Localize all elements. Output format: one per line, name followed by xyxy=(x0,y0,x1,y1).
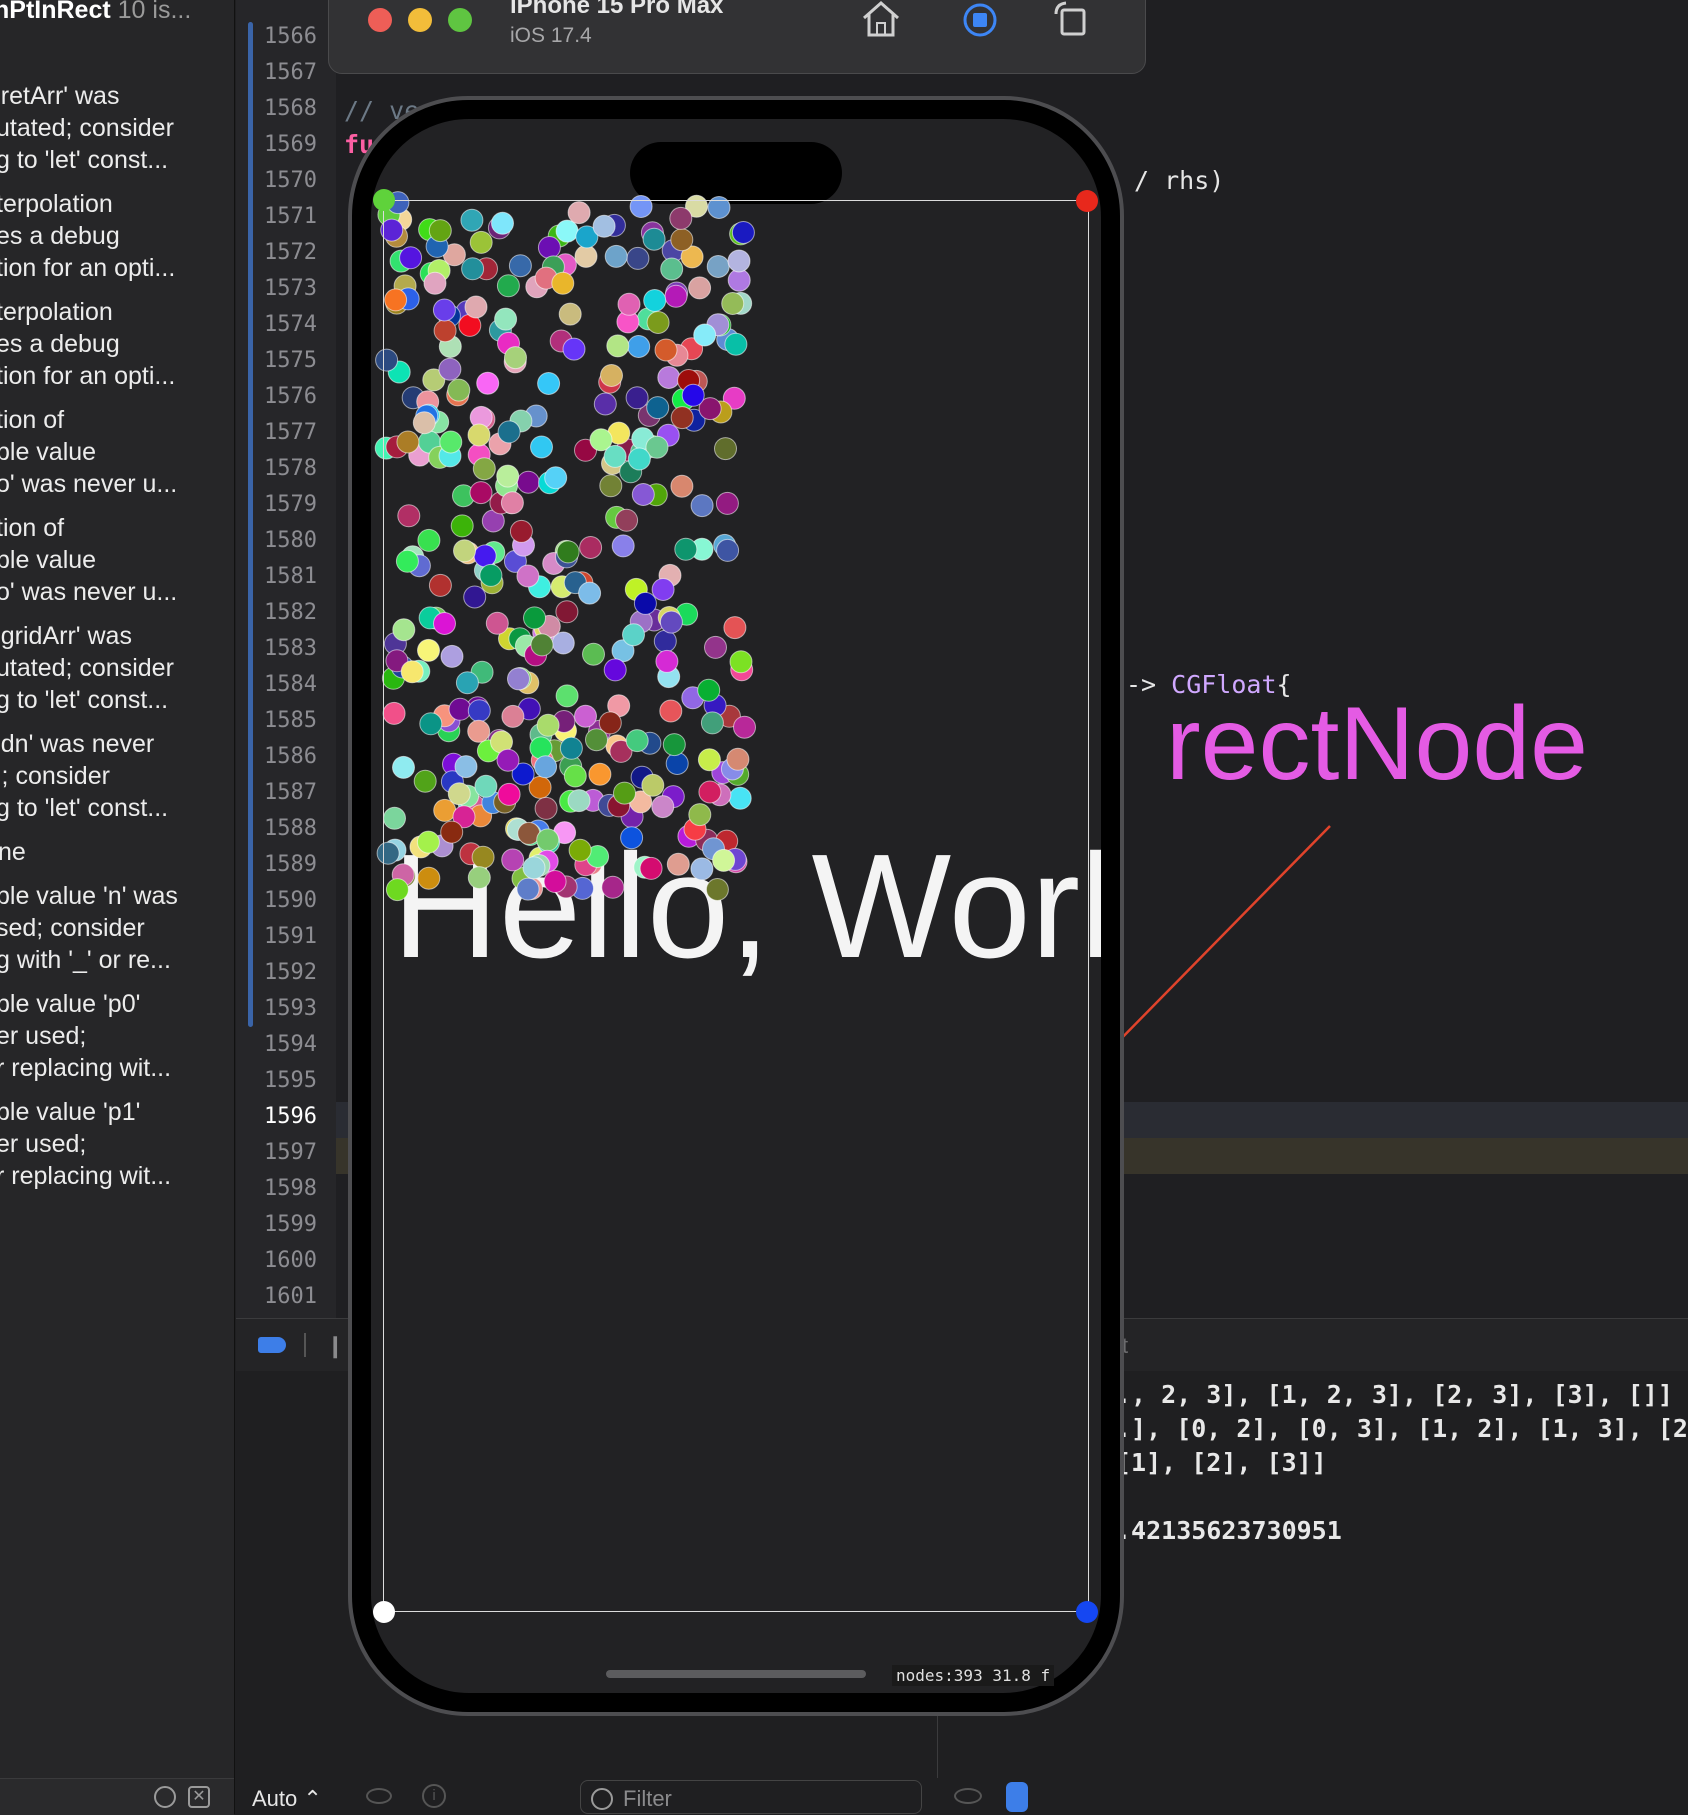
rect-node xyxy=(383,200,1089,1612)
corner-node-bottom-right xyxy=(1076,1601,1098,1623)
corner-node-top-left xyxy=(373,189,395,211)
scene-stats: nodes:393 31.8 f xyxy=(892,1665,1055,1686)
corner-node-top-right xyxy=(1076,190,1098,212)
home-indicator[interactable] xyxy=(606,1670,866,1678)
corner-node-bottom-left xyxy=(373,1601,395,1623)
